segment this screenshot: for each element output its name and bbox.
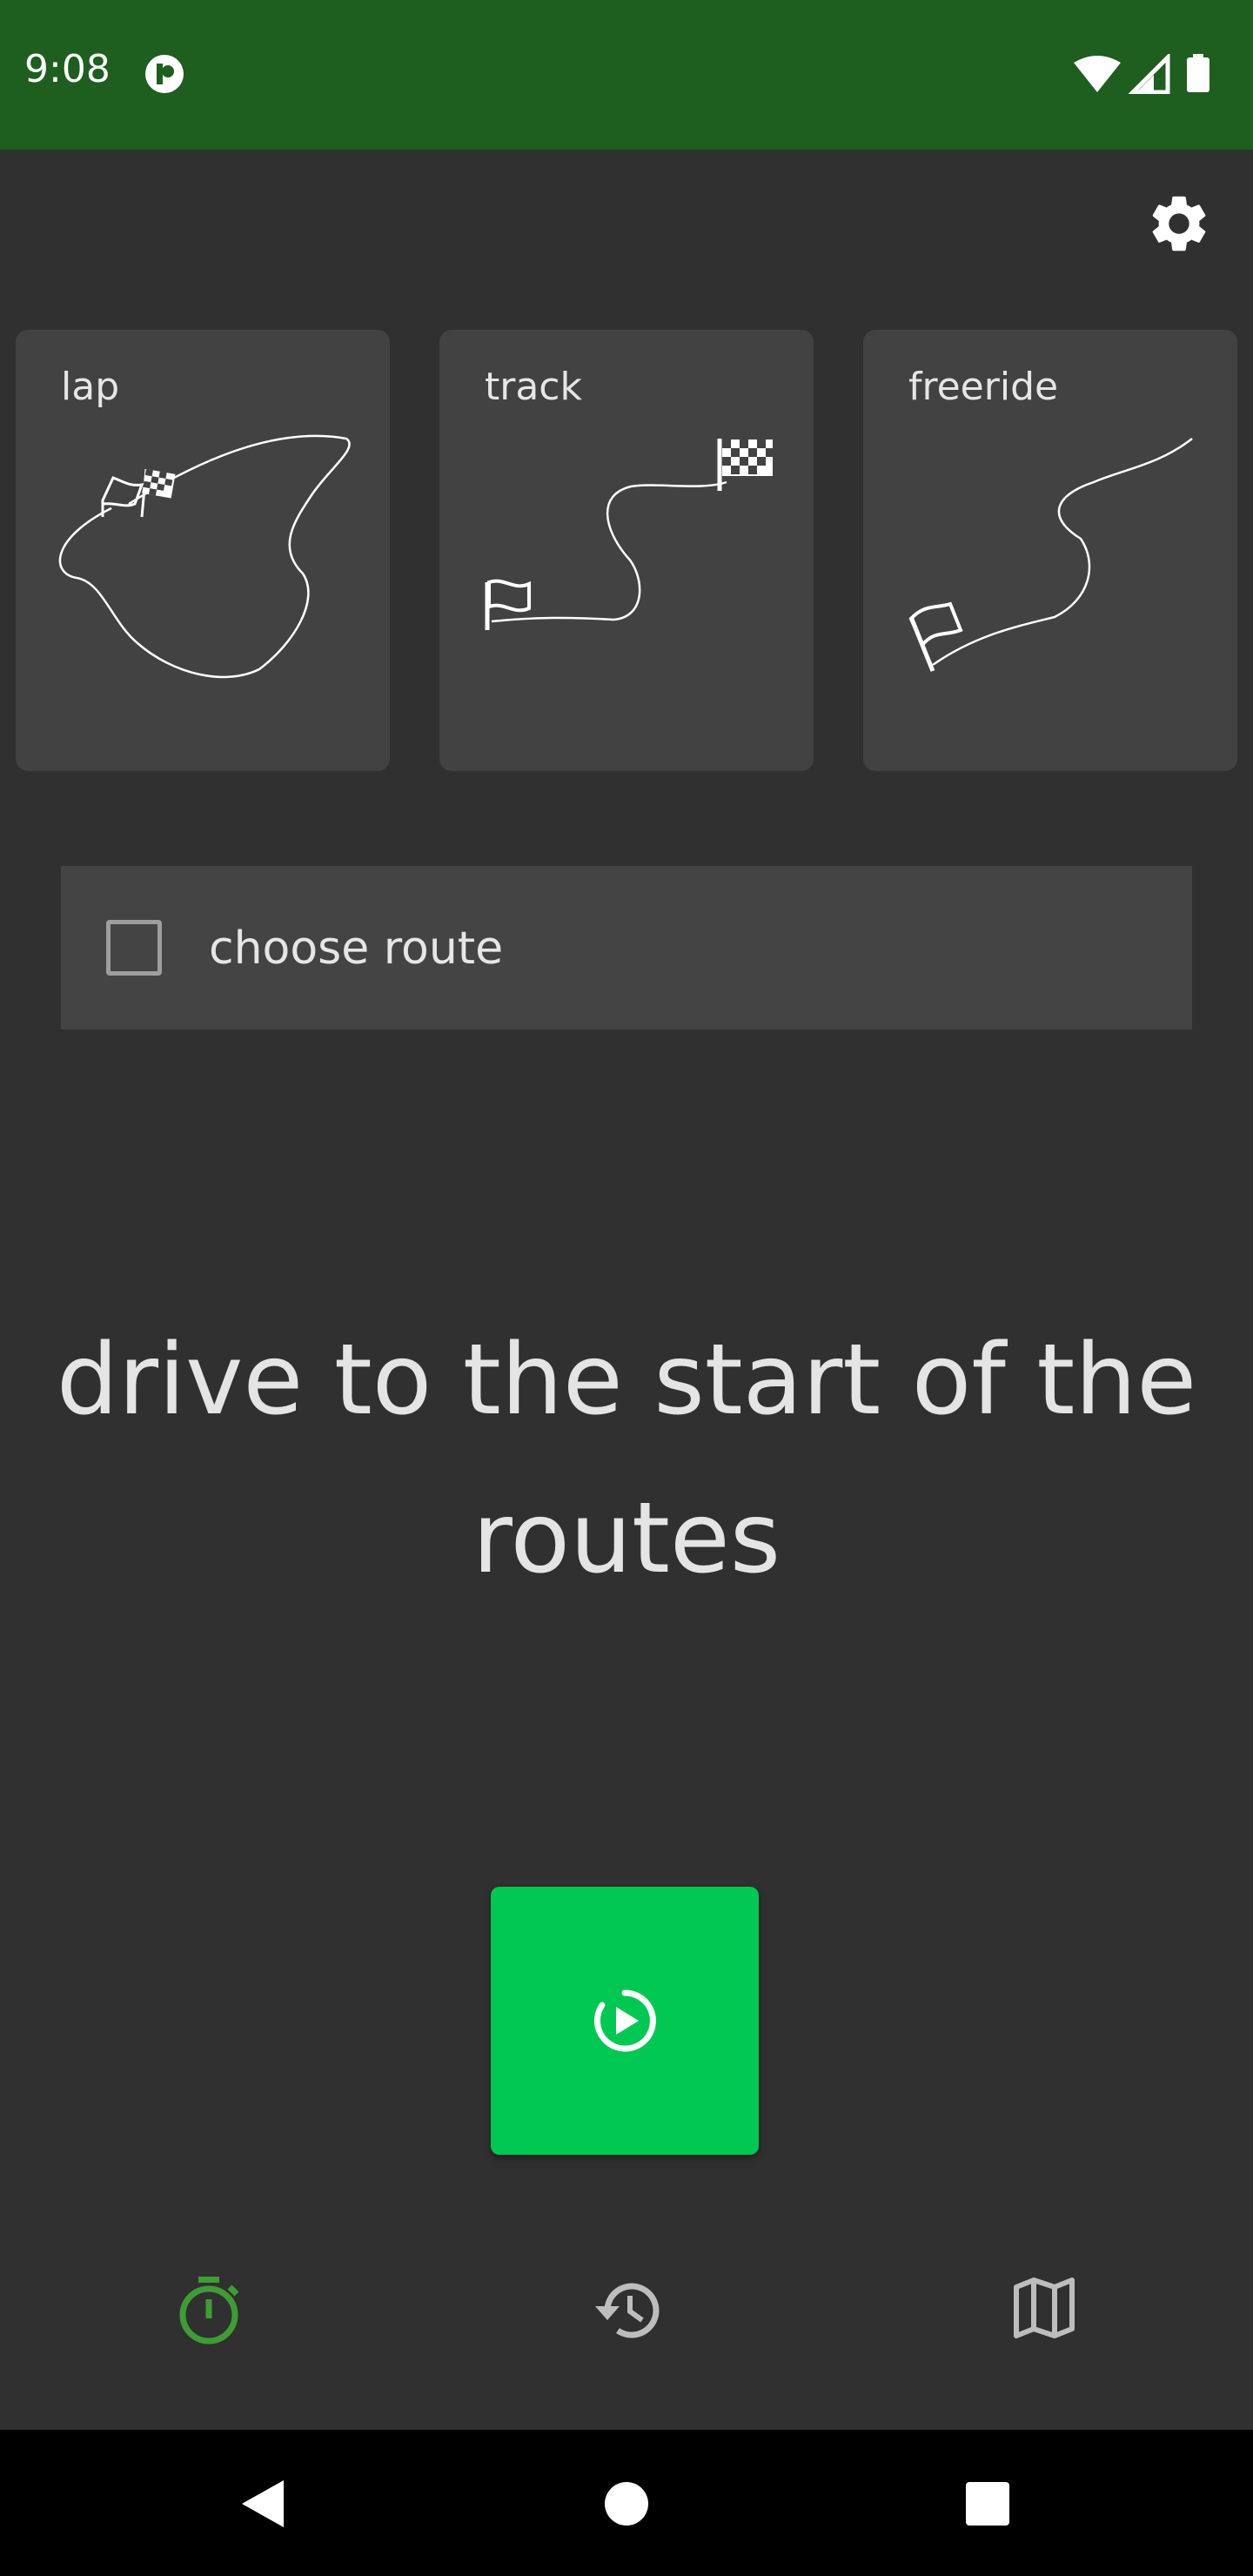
recents-icon[interactable] [966,2482,1009,2526]
mode-label: freeride [908,365,1059,409]
timer-play-icon [593,1989,656,2052]
mode-label: track [485,365,582,409]
gear-icon[interactable] [1145,190,1213,258]
choose-route-row[interactable]: choose route [61,866,1192,1030]
bottom-navigation [0,2216,1253,2430]
status-message: drive to the start of the routes [56,1324,1197,1595]
nav-item-timer[interactable] [0,2216,418,2430]
track-start-flag-icon [485,579,531,630]
back-icon[interactable] [242,2480,284,2527]
mode-card-lap[interactable]: lap [16,330,390,771]
system-nav-icons [242,2480,1009,2527]
choose-route-label: choose route [209,922,504,975]
status-bar: 9:08 [0,0,1253,150]
status-icons [1074,54,1209,94]
freeride-start-flag-icon [908,601,963,672]
lap-finish-flag-icon [140,468,176,518]
track-finish-flag-icon [717,439,773,491]
nav-item-history[interactable] [418,2216,835,2430]
nav-item-map[interactable] [835,2216,1253,2430]
system-navigation-bar [0,2430,1253,2576]
mode-label: lap [61,365,120,409]
app-notification-icon [145,55,184,93]
start-timer-button[interactable] [491,1887,759,2155]
mode-card-track[interactable]: track [439,330,814,771]
map-icon [1014,2277,1075,2338]
battery-icon [1187,54,1209,92]
signal-icon [1128,54,1170,94]
home-icon[interactable] [605,2482,648,2526]
stopwatch-icon [179,2277,239,2345]
choose-route-checkbox[interactable] [106,920,162,976]
status-time: 9:08 [24,47,111,91]
history-icon [595,2283,660,2338]
lap-start-flag-icon [101,476,144,517]
mode-card-freeride[interactable]: freeride [863,330,1237,771]
wifi-icon [1074,56,1121,92]
